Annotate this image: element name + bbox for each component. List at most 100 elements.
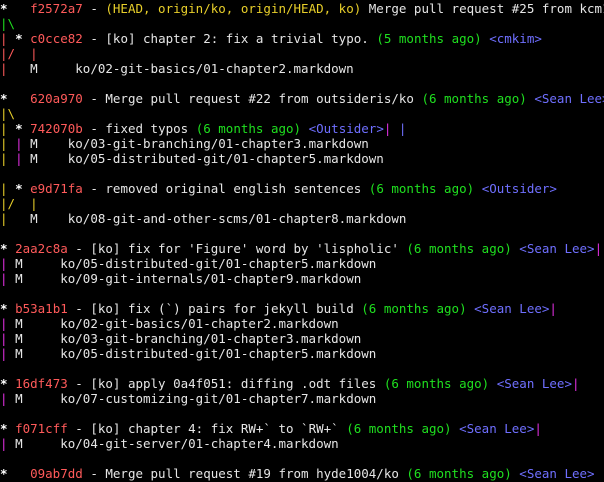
terminal-text-segment: M ko/03-git-branching/01-chapter3.markdo… [30,136,369,151]
terminal-text-segment: * [15,181,31,196]
terminal-text-segment: <Outsider> [481,181,557,196]
terminal-text-segment: |\ [0,106,16,121]
terminal-text-segment: e9d71fa [30,181,83,196]
terminal-text-segment: <Outsider> [308,121,384,136]
terminal-text-segment: | [0,136,16,151]
terminal-text-segment: (5 months ago) [376,31,482,46]
terminal-text-segment: (6 months ago) [368,181,475,196]
terminal-line: | M ko/09-git-internals/01-chapter9.mark… [0,271,604,286]
terminal-text-segment: f2572a7 [30,1,83,16]
terminal-text-segment: (HEAD, origin/ko, origin/HEAD, ko) [105,1,362,16]
terminal-line: | M ko/05-distributed-git/01-chapter5.ma… [0,256,604,271]
terminal-text-segment: M ko/02-git-basics/01-chapter2.markdown [30,61,354,76]
terminal-text-segment: | [0,436,16,451]
terminal-text-segment: (6 months ago) [406,241,512,256]
terminal-text-segment: |/ [0,46,31,61]
terminal-text-segment: | [398,121,407,136]
terminal-text-segment: - [ko] fix for 'Figure' word by 'lisphol… [67,241,407,256]
terminal-text-segment: * [15,31,31,46]
terminal-text-segment: M ko/08-git-and-other-scms/01-chapter8.m… [30,211,407,226]
terminal-text-segment: 2aa2c8a [15,241,68,256]
terminal-text-segment: M ko/02-git-basics/01-chapter2.markdown [15,316,339,331]
terminal-text-segment: |\ [0,16,16,31]
terminal-line: | * 742070b - fixed typos (6 months ago)… [0,121,604,136]
terminal-text-segment: - [ko] apply 0a4f051: diffing .odt files [67,376,384,391]
terminal-line: | M ko/04-git-server/01-chapter4.markdow… [0,436,604,451]
terminal-text-segment: | [15,151,31,166]
terminal-text-segment: | [0,256,16,271]
terminal-text-segment: <Sean Lee> [496,376,572,391]
terminal-text-segment: Merge pull request #25 from kcm1700 [368,1,604,16]
terminal-text-segment: | [594,241,603,256]
terminal-text-segment: (6 months ago) [195,121,302,136]
terminal-text-segment: M ko/03-git-branching/01-chapter3.markdo… [15,331,362,346]
terminal-text-segment: | [30,196,38,211]
terminal-text-segment: M ko/05-distributed-git/01-chapter5.mark… [30,151,384,166]
terminal-line: | M ko/05-distributed-git/01-chapter5.ma… [0,346,604,361]
terminal-text-segment: | [0,151,16,166]
terminal-text-segment: c0cce82 [30,31,83,46]
terminal-line: * f2572a7 - (HEAD, origin/ko, origin/HEA… [0,1,604,16]
terminal-text-segment: M ko/04-git-server/01-chapter4.markdown [15,436,339,451]
terminal-text-segment: 742070b [30,121,83,136]
terminal-text-segment: |/ [0,196,31,211]
terminal-text-segment: | [0,346,16,361]
terminal-text-segment: | [30,46,38,61]
terminal-line: * 2aa2c8a - [ko] fix for 'Figure' word b… [0,241,604,256]
terminal-text-segment: - [82,1,106,16]
terminal-text-segment: (6 months ago) [406,466,512,481]
terminal-line: |/ | [0,196,604,211]
terminal-text-segment: * [0,376,16,391]
terminal-text-segment: (6 months ago) [421,91,527,106]
terminal-line: | M ko/07-customizing-git/01-chapter7.ma… [0,391,604,406]
terminal-text-segment: | [534,421,542,436]
terminal-text-segment: | [15,136,31,151]
terminal-text-segment: * [0,91,31,106]
terminal-text-segment: b53a1b1 [15,301,68,316]
terminal-line: * 620a970 - Merge pull request #22 from … [0,91,604,106]
terminal-line: | * c0cce82 - [ko] chapter 2: fix a triv… [0,31,604,46]
terminal-text-segment: | [0,211,31,226]
terminal-text-segment: - Merge pull request #22 from outsideris… [82,91,422,106]
terminal-text-segment: | [0,181,16,196]
terminal-line: | | M ko/03-git-branching/01-chapter3.ma… [0,136,604,151]
terminal-text-segment: M ko/05-distributed-git/01-chapter5.mark… [15,346,377,361]
terminal-text-segment: - [ko] chapter 2: fix a trivial typo. [82,31,377,46]
terminal-text-segment: (6 months ago) [361,301,467,316]
terminal-line: |\ [0,106,604,121]
terminal-text-segment: - Merge pull request #19 from hyde1004/k… [82,466,407,481]
terminal-text-segment: * [0,241,16,256]
terminal-text-segment: <Sean Lee> [474,301,550,316]
terminal-text-segment: - fixed typos [82,121,196,136]
terminal-text-segment: <Sean Lee> [519,241,595,256]
terminal-text-segment: f071cff [15,421,68,436]
terminal-text-segment: * [0,1,31,16]
terminal-text-segment: * [0,301,16,316]
terminal-text-segment: * [0,466,31,481]
terminal-text-segment: M ko/09-git-internals/01-chapter9.markdo… [15,271,362,286]
terminal-text-segment: * [15,121,31,136]
terminal-text-segment: <Sean Lee> [534,91,604,106]
terminal-text-segment: 09ab7dd [30,466,83,481]
terminal-line: |\ [0,16,604,31]
terminal-line: | | M ko/05-distributed-git/01-chapter5.… [0,151,604,166]
terminal-text-segment: | [549,301,557,316]
terminal-text-segment: (6 months ago) [383,376,490,391]
terminal-text-segment: | [0,121,16,136]
terminal-text-segment: (6 months ago) [346,421,452,436]
terminal-window[interactable]: * f2572a7 - (HEAD, origin/ko, origin/HEA… [0,0,604,482]
terminal-text-segment: <Sean Lee> [519,466,595,481]
